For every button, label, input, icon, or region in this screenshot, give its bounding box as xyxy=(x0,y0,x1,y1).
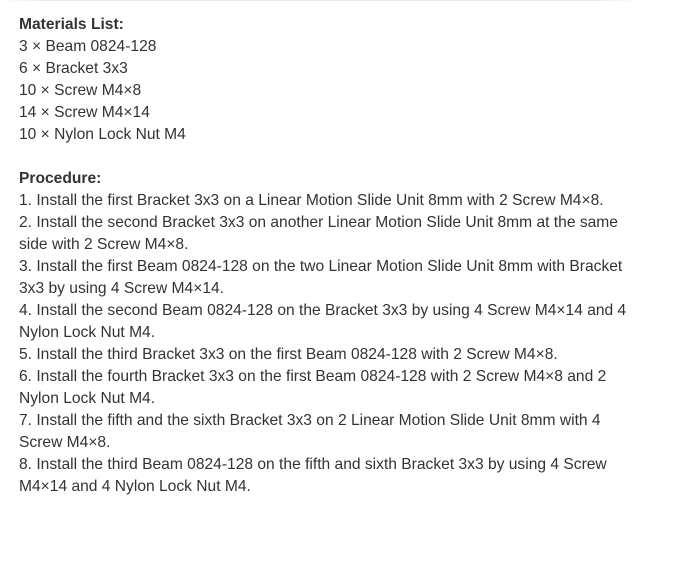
material-item: 10 × Nylon Lock Nut M4 xyxy=(19,126,186,143)
procedure-step: 3. Install the first Beam 0824-128 on th… xyxy=(19,258,623,297)
procedure-step: 2. Install the second Bracket 3x3 on ano… xyxy=(19,214,618,253)
procedure-step: 7. Install the fifth and the sixth Brack… xyxy=(19,412,601,451)
procedure-section: Procedure: 1. Install the first Bracket … xyxy=(19,168,639,498)
materials-list: 3 × Beam 0824-128 6 × Bracket 3x3 10 × S… xyxy=(19,36,639,146)
materials-section: Materials List: 3 × Beam 0824-128 6 × Br… xyxy=(19,14,639,146)
top-divider xyxy=(0,0,640,1)
instructions-content: Materials List: 3 × Beam 0824-128 6 × Br… xyxy=(19,14,639,498)
material-item: 6 × Bracket 3x3 xyxy=(19,60,128,77)
material-item: 3 × Beam 0824-128 xyxy=(19,38,157,55)
materials-heading: Materials List: xyxy=(19,16,124,33)
procedure-step: 5. Install the third Bracket 3x3 on the … xyxy=(19,346,558,363)
material-item: 14 × Screw M4×14 xyxy=(19,104,150,121)
procedure-step: 6. Install the fourth Bracket 3x3 on the… xyxy=(19,368,607,407)
procedure-step: 8. Install the third Beam 0824-128 on th… xyxy=(19,456,607,495)
procedure-step: 1. Install the first Bracket 3x3 on a Li… xyxy=(19,192,604,209)
procedure-steps: 1. Install the first Bracket 3x3 on a Li… xyxy=(19,190,639,498)
material-item: 10 × Screw M4×8 xyxy=(19,82,142,99)
procedure-heading: Procedure: xyxy=(19,170,102,187)
procedure-step: 4. Install the second Beam 0824-128 on t… xyxy=(19,302,627,341)
